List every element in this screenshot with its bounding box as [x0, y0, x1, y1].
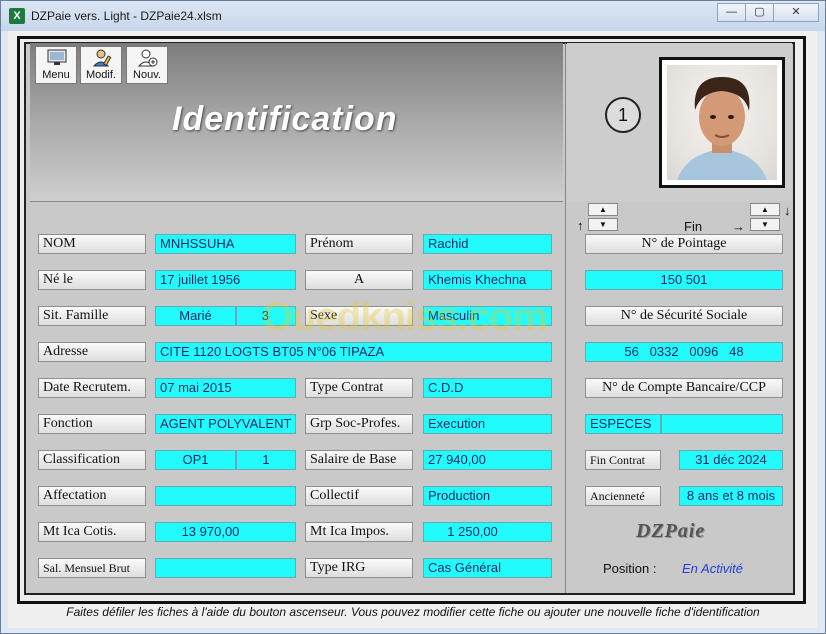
sexe-field[interactable]: Masculin: [423, 306, 552, 326]
anciennete-field[interactable]: 8 ans et 8 mois: [679, 486, 783, 506]
classification-field[interactable]: OP1: [155, 450, 236, 470]
photo-image: [667, 65, 777, 180]
children-count-field[interactable]: 3: [236, 306, 296, 326]
modify-button[interactable]: Modif.: [80, 46, 122, 84]
label-compte-bancaire: N° de Compte Bancaire/CCP: [585, 378, 783, 398]
minimize-button[interactable]: —: [717, 3, 746, 22]
fonction-field[interactable]: AGENT POLYVALENT: [155, 414, 296, 434]
menu-button-label: Menu: [42, 69, 70, 81]
label-salaire-base: Salaire de Base: [305, 450, 413, 470]
grp-soc-field[interactable]: Execution: [423, 414, 552, 434]
position-value: En Activité: [682, 561, 743, 576]
next-down-spin[interactable]: ▼: [750, 218, 780, 231]
window-controls: — ▢ ✕: [717, 3, 819, 22]
employee-photo: [659, 57, 785, 188]
salaire-base-field[interactable]: 27 940,00: [423, 450, 552, 470]
sit-famille-field[interactable]: Marié: [155, 306, 236, 326]
status-hint: Faites défiler les fiches à l'aide du bo…: [66, 605, 760, 619]
label-pointage: N° de Pointage: [585, 234, 783, 254]
compte-bancaire-number-field[interactable]: [661, 414, 783, 434]
prev-up-spin[interactable]: ▲: [588, 203, 618, 216]
label-fonction: Fonction: [38, 414, 146, 434]
label-mt-ica-impos: Mt Ica Impos.: [305, 522, 413, 542]
label-anciennete: Ancienneté: [585, 486, 661, 506]
date-recrutement-field[interactable]: 07 mai 2015: [155, 378, 296, 398]
vertical-divider: [565, 43, 566, 593]
label-adresse: Adresse: [38, 342, 146, 362]
prev-down-spin[interactable]: ▼: [588, 218, 618, 231]
user-edit-icon: [92, 49, 112, 67]
record-number: 1: [605, 97, 641, 133]
securite-sociale-field[interactable]: 56 0332 0096 48: [585, 342, 783, 362]
title-bar: X DZPaie vers. Light - DZPaie24.xlsm — ▢…: [1, 1, 825, 31]
label-sit-famille: Sit. Famille: [38, 306, 146, 326]
type-irg-field[interactable]: Cas Général: [423, 558, 552, 578]
position-label: Position :: [603, 561, 657, 576]
lieu-naissance-field[interactable]: Khemis Khechna: [423, 270, 552, 290]
next-up-spin[interactable]: ▲: [750, 203, 780, 216]
close-button[interactable]: ✕: [773, 3, 819, 22]
label-fin-contrat: Fin Contrat: [585, 450, 661, 470]
dzpaie-logo: DZPaie: [636, 520, 706, 542]
fin-contrat-field[interactable]: 31 déc 2024: [679, 450, 783, 470]
label-nom: NOM: [38, 234, 146, 254]
affectation-field[interactable]: [155, 486, 296, 506]
new-button-label: Nouv.: [133, 69, 161, 81]
new-button[interactable]: Nouv.: [126, 46, 168, 84]
down-arrow-icon: ↓: [784, 203, 791, 218]
mt-ica-cotis-field[interactable]: 13 970,00: [155, 522, 296, 542]
classification-level-field[interactable]: 1: [236, 450, 296, 470]
label-ne-le: Né le: [38, 270, 146, 290]
prenom-field[interactable]: Rachid: [423, 234, 552, 254]
up-arrow-icon: ↑: [577, 218, 584, 233]
label-mt-ica-cotis: Mt Ica Cotis.: [38, 522, 146, 542]
label-classification: Classification: [38, 450, 146, 470]
nav-end-label: Fin: [684, 219, 703, 234]
ne-le-field[interactable]: 17 juillet 1956: [155, 270, 296, 290]
type-contrat-field[interactable]: C.D.D: [423, 378, 552, 398]
label-type-irg: Type IRG: [305, 558, 413, 578]
label-type-contrat: Type Contrat: [305, 378, 413, 398]
user-add-icon: [138, 49, 158, 67]
excel-icon: X: [9, 8, 25, 24]
nom-field[interactable]: MNHSSUHA: [155, 234, 296, 254]
right-arrow-icon: →: [732, 219, 745, 234]
compte-bancaire-field[interactable]: ESPECES: [585, 414, 661, 434]
horizontal-divider: [30, 201, 563, 202]
label-sexe: Sexe: [305, 306, 413, 326]
label-prenom: Prénom: [305, 234, 413, 254]
label-securite-sociale: N° de Sécurité Sociale: [585, 306, 783, 326]
adresse-field[interactable]: CITE 1120 LOGTS BT05 N°06 TIPAZA: [155, 342, 552, 362]
modify-button-label: Modif.: [86, 69, 116, 81]
label-collectif: Collectif: [305, 486, 413, 506]
label-lieu: A: [305, 270, 413, 290]
maximize-button[interactable]: ▢: [745, 3, 774, 22]
sal-mensuel-brut-field[interactable]: [155, 558, 296, 578]
pointage-field[interactable]: 150 501: [585, 270, 783, 290]
label-affectation: Affectation: [38, 486, 146, 506]
mt-ica-impos-field[interactable]: 1 250,00: [423, 522, 552, 542]
label-sal-mensuel-brut: Sal. Mensuel Brut: [38, 558, 146, 578]
label-date-recrutement: Date Recrutem.: [38, 378, 146, 398]
label-grp-soc-profes: Grp Soc-Profes.: [305, 414, 413, 434]
monitor-icon: [47, 49, 67, 65]
page-title: Identification: [172, 100, 398, 138]
collectif-field[interactable]: Production: [423, 486, 552, 506]
window-title: DZPaie vers. Light - DZPaie24.xlsm: [31, 9, 222, 23]
person-photo-icon: [677, 77, 767, 180]
menu-button[interactable]: Menu: [35, 46, 77, 84]
